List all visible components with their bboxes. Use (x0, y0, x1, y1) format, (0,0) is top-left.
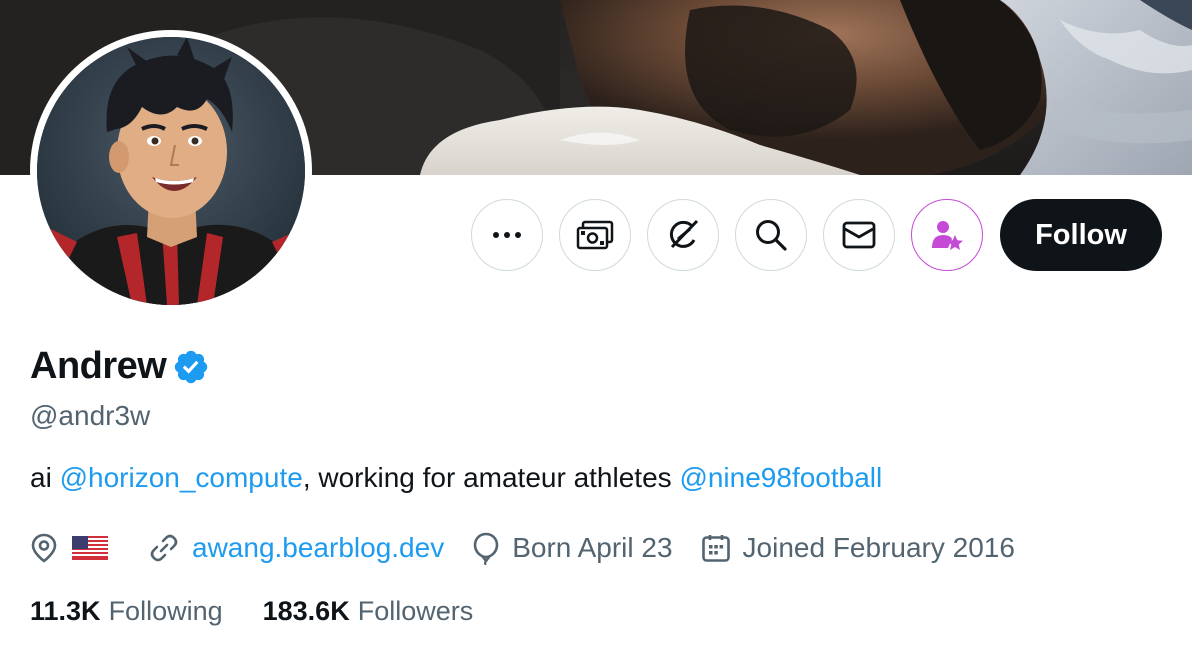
more-button[interactable] (471, 199, 543, 271)
link-icon (150, 534, 178, 562)
followers-count: 183.6K (262, 596, 350, 626)
follow-button[interactable]: Follow (1000, 199, 1162, 271)
bio-mention-link[interactable]: @nine98football (679, 462, 882, 493)
bio-mention-link[interactable]: @horizon_compute (60, 462, 303, 493)
balloon-icon (473, 532, 499, 565)
bio-text: ai (30, 462, 60, 493)
bio-text: , working for amateur athletes (302, 462, 680, 493)
following-count: 11.3K (30, 596, 101, 626)
tip-button[interactable] (559, 199, 631, 271)
us-flag-icon (72, 536, 108, 560)
verified-badge-icon[interactable] (172, 348, 210, 386)
grok-icon (669, 219, 699, 249)
birthday: Born April 23 (472, 531, 673, 565)
profile-stats: 11.3K Following 183.6K Followers (30, 596, 513, 627)
display-name: Andrew (30, 345, 167, 387)
profile-bio: ai @horizon_compute, working for amateur… (30, 462, 882, 494)
profile-actions: Follow (471, 199, 1162, 271)
followers-stat[interactable]: 183.6K Followers (263, 596, 474, 627)
subscribe-button[interactable] (911, 199, 983, 271)
website[interactable]: awang.bearblog.dev (148, 532, 444, 564)
message-icon (842, 221, 876, 249)
birthday-text: Born April 23 (512, 532, 673, 563)
subscribe-icon (932, 221, 963, 250)
join-date: Joined February 2016 (701, 532, 1015, 564)
avatar-image (37, 37, 305, 305)
search-icon (756, 220, 787, 251)
search-button[interactable] (735, 199, 807, 271)
location (30, 533, 120, 563)
profile-meta: awang.bearblog.dev Born April 23 Joined … (30, 528, 1043, 568)
calendar-icon (701, 535, 730, 562)
profile-name-row: Andrew (30, 345, 210, 388)
following-label: Following (108, 596, 223, 626)
website-link[interactable]: awang.bearblog.dev (192, 532, 444, 564)
user-handle: @andr3w (30, 400, 151, 431)
money-icon (576, 220, 614, 250)
join-date-text: Joined February 2016 (742, 532, 1015, 563)
profile-avatar[interactable] (30, 30, 312, 312)
location-pin-icon (31, 533, 57, 563)
followers-label: Followers (357, 596, 474, 626)
more-icon (493, 232, 521, 238)
following-stat[interactable]: 11.3K Following (30, 596, 223, 627)
message-button[interactable] (823, 199, 895, 271)
grok-button[interactable] (647, 199, 719, 271)
